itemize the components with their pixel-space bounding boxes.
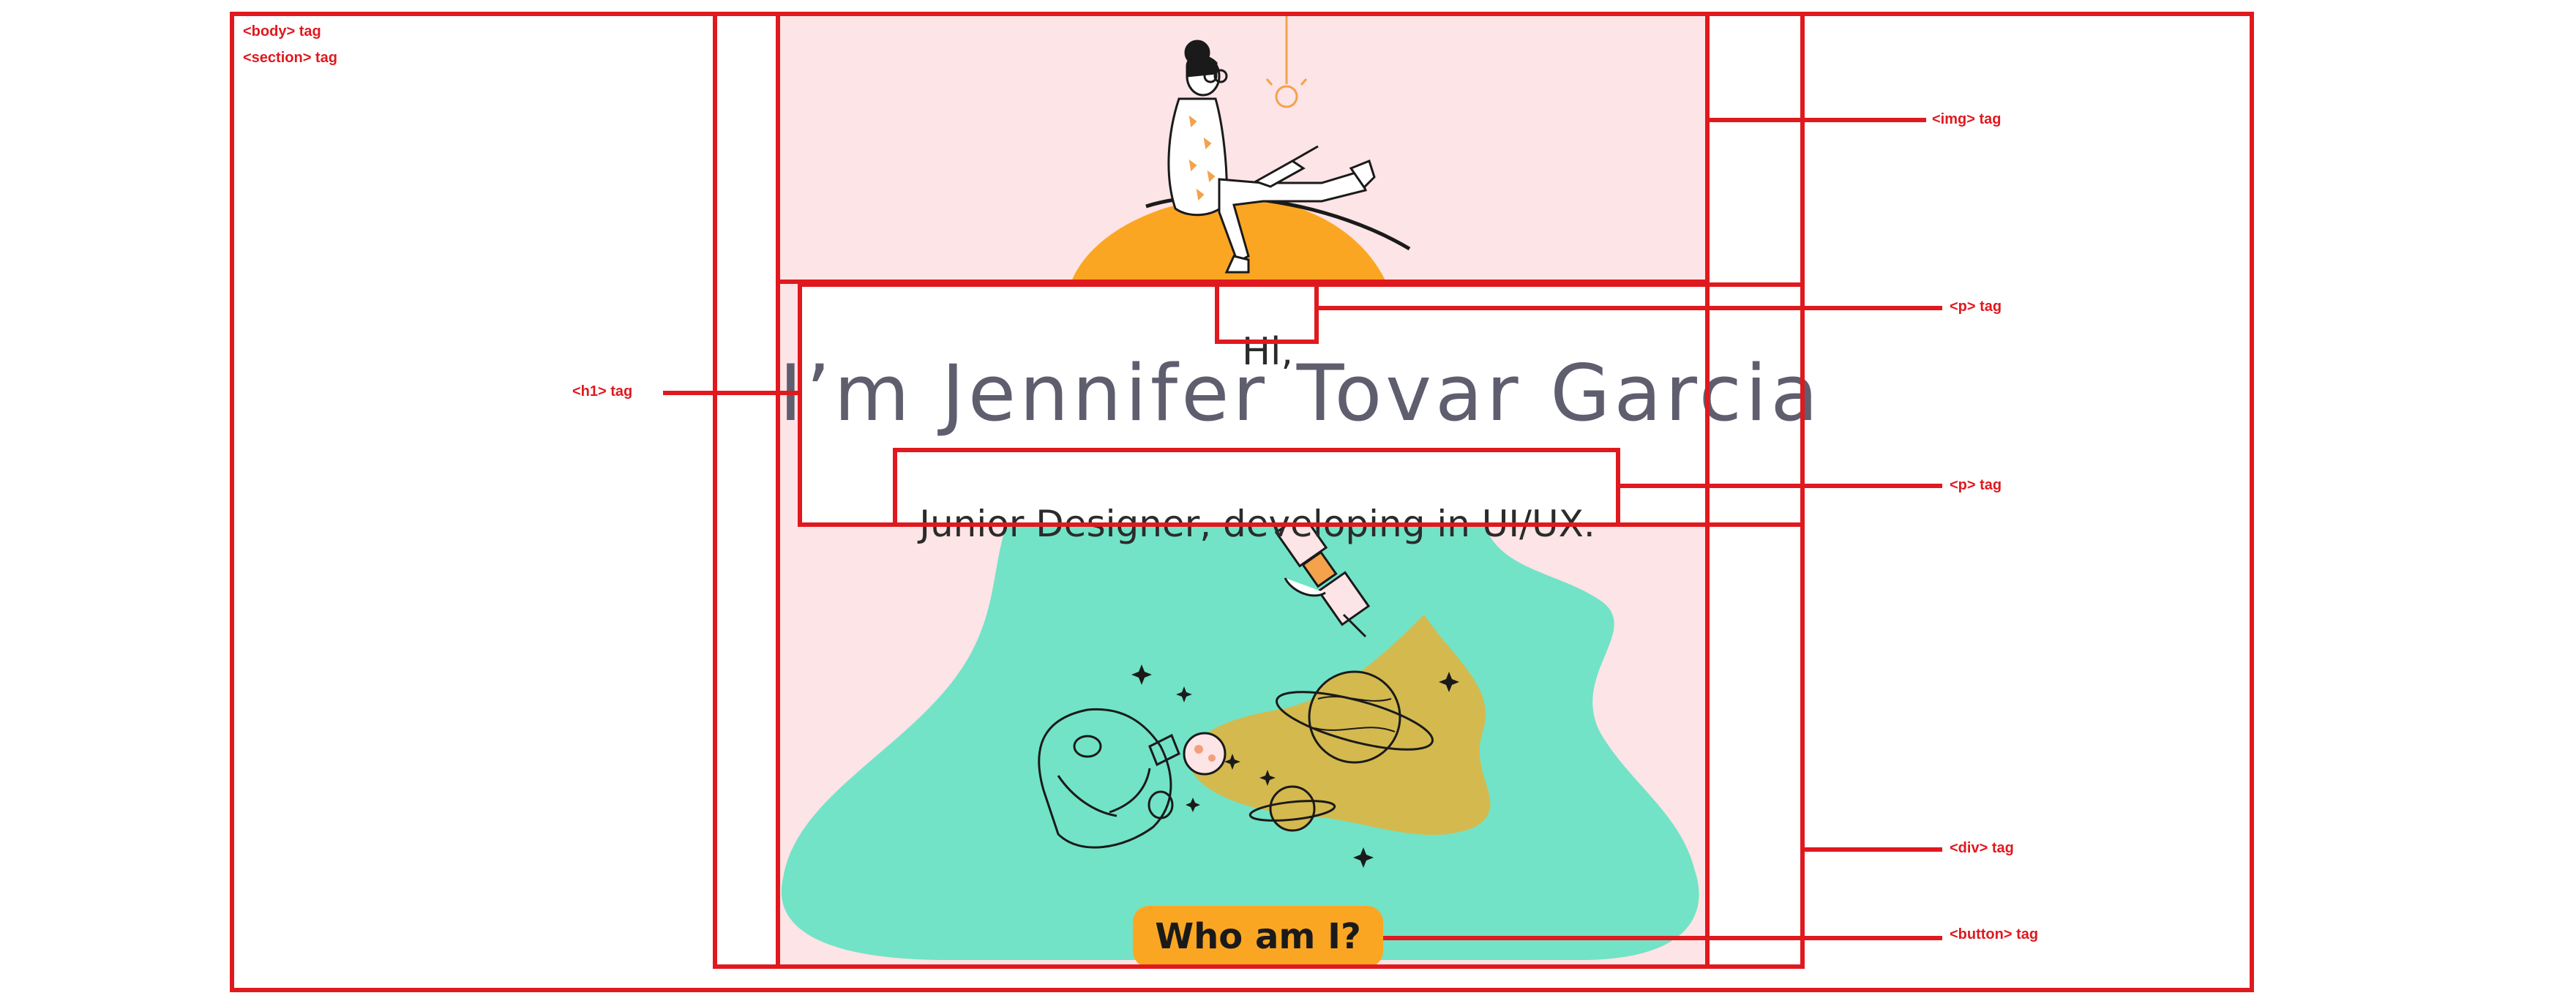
h1-tag-leader (663, 391, 798, 395)
button-tag-leader (1383, 936, 1942, 940)
img-tag-leader (1710, 118, 1926, 122)
annotated-page-canvas: Hi, I’m Jennifer Tovar Garcia Junior Des… (0, 0, 2576, 1001)
p-tag-greeting-label: <p> tag (1950, 299, 2002, 315)
div-tag-leader (1805, 847, 1942, 852)
button-tag-label: <button> tag (1950, 926, 2039, 942)
section-tag-label: <section> tag (243, 50, 337, 66)
img-tag-box (776, 12, 1710, 284)
p-tag-subtitle-leader (1620, 484, 1942, 488)
body-tag-label: <body> tag (243, 23, 321, 40)
p-tag-subtitle-box (893, 448, 1620, 527)
p-tag-greeting-box (1215, 282, 1319, 344)
div-tag-label: <div> tag (1950, 840, 2014, 856)
p-tag-greeting-leader (1319, 306, 1942, 310)
img-tag-label: <img> tag (1932, 111, 2002, 127)
p-tag-subtitle-label: <p> tag (1950, 477, 2002, 493)
h1-tag-label: <h1> tag (572, 383, 633, 400)
